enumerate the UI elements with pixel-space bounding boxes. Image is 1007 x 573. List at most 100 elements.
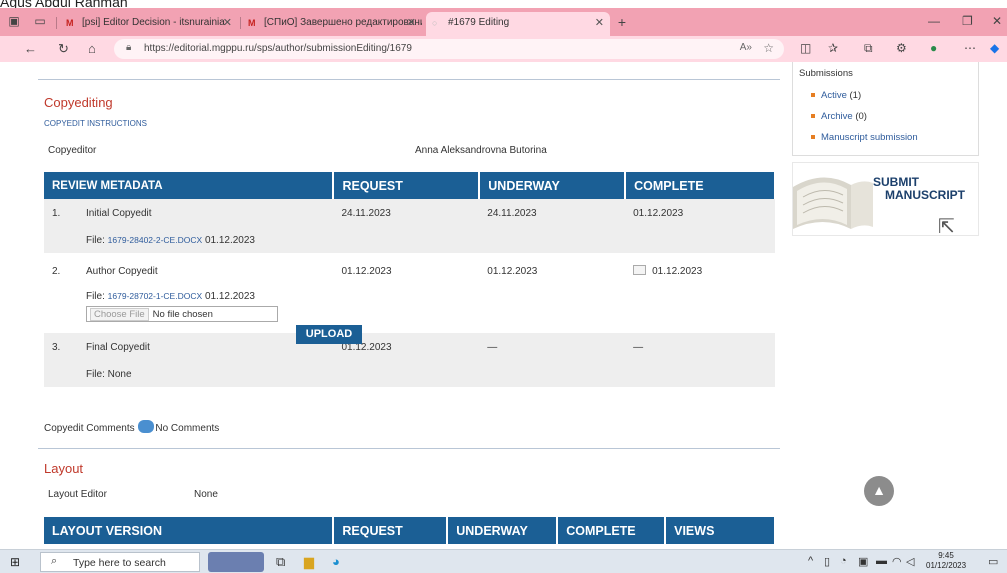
file-link[interactable]: 1679-28402-2-CE.DOCX	[108, 235, 203, 245]
caption-text: Agus Abdul Rahman	[0, 0, 128, 8]
restore-icon[interactable]: ❐	[962, 14, 973, 28]
file-explorer-icon[interactable]: ▆	[304, 554, 314, 570]
table-header-row: LAYOUT VERSION REQUEST UNDERWAY COMPLETE…	[44, 517, 776, 544]
windows-taskbar: ⊞ ⌕ Type here to search ⧉ ▆ ◕ ^ ▯ ◔ ▣ ▬ …	[0, 549, 1007, 573]
archive-link[interactable]: Archive (0)	[821, 111, 867, 122]
copyedit-comments: Copyedit Comments No Comments	[44, 420, 219, 434]
refresh-icon[interactable]: ↻	[58, 41, 69, 57]
manuscript-submission-link[interactable]: Manuscript submission	[821, 132, 918, 143]
copyedit-instructions-link[interactable]: COPYEDIT INSTRUCTIONS	[44, 119, 147, 128]
complete-date: 01.12.2023	[625, 199, 775, 227]
request-date: 24.11.2023	[333, 199, 480, 227]
table-row: 2. Author Copyedit 01.12.2023 01.12.2023…	[44, 253, 775, 289]
underway-date: 24.11.2023	[479, 199, 626, 227]
split-screen-icon[interactable]: ◫	[800, 41, 811, 55]
comments-label: Copyedit Comments	[44, 423, 135, 434]
favorite-star-icon[interactable]: ☆	[763, 41, 774, 55]
underway-date: 01.12.2023	[479, 253, 626, 289]
header-complete: COMPLETE	[557, 517, 667, 544]
home-icon[interactable]: ⌂	[88, 41, 96, 56]
divider	[38, 79, 780, 80]
open-book-icon	[793, 177, 873, 229]
table-row: 1. Initial Copyedit 24.11.2023 24.11.202…	[44, 199, 775, 227]
file-label: File:	[85, 234, 105, 246]
email-icon[interactable]	[633, 265, 647, 275]
favorites-icon[interactable]: ✰	[828, 41, 838, 55]
row-number: 2.	[44, 253, 78, 289]
close-tab-icon[interactable]: ✕	[407, 16, 416, 29]
notifications-icon[interactable]: ▭	[988, 555, 998, 568]
row-name: Author Copyedit	[77, 253, 334, 289]
tray-icon[interactable]: ◔	[840, 555, 847, 567]
submit-text: SUBMIT	[873, 175, 919, 189]
file-date: 01.12.2023	[204, 234, 255, 246]
file-row: File: 1679-28702-1-CE.DOCX 01.12.2023 Ch…	[44, 289, 775, 333]
active-link[interactable]: Active (1)	[821, 90, 861, 101]
tray-icon[interactable]: ▣	[858, 555, 868, 568]
comment-bubble-icon[interactable]	[138, 420, 155, 433]
tab-1679-editing[interactable]: ○ #1679 Editing ✕	[426, 12, 610, 36]
lock-icon: 🔒︎	[126, 42, 132, 53]
tab-actions-icon[interactable]: ▭	[32, 14, 48, 30]
task-view-icon[interactable]: ⧉	[276, 554, 285, 570]
layout-title: Layout	[44, 461, 84, 476]
show-hidden-icons-icon[interactable]: ^	[808, 555, 813, 567]
header-review-metadata: REVIEW METADATA	[44, 172, 335, 199]
close-tab-icon[interactable]: ✕	[595, 16, 604, 29]
complete-date: 01.12.2023	[652, 266, 703, 277]
row-number: 1.	[44, 199, 78, 227]
layout-editor-value: None	[194, 489, 218, 500]
more-menu-icon[interactable]: ⋯	[964, 41, 976, 55]
scroll-to-top-button[interactable]: ▲	[864, 476, 894, 506]
submit-manuscript-banner[interactable]: SUBMIT MANUSCRIPT ⇱	[792, 162, 979, 236]
edge-icon[interactable]: ◕	[332, 554, 340, 569]
volume-icon[interactable]: ◁	[906, 555, 914, 568]
file-label: File:	[85, 291, 105, 302]
page-content: Copyediting COPYEDIT INSTRUCTIONS Copyed…	[0, 62, 1007, 544]
read-aloud-icon[interactable]: A»	[740, 42, 752, 53]
header-complete: COMPLETE	[625, 172, 776, 199]
copilot-icon[interactable]: ◆	[990, 41, 999, 55]
underway-date: —	[479, 333, 626, 361]
tray-icon[interactable]: ▯	[824, 555, 830, 568]
wifi-icon[interactable]: ◠	[892, 555, 902, 568]
minimize-icon[interactable]: —	[928, 14, 940, 28]
collections-icon[interactable]: ⧉	[864, 41, 873, 56]
submissions-heading: Submissions	[799, 68, 853, 79]
file-label: File: None	[77, 361, 775, 387]
back-icon[interactable]: ←	[24, 41, 37, 56]
workspaces-icon[interactable]: ▣	[6, 14, 22, 30]
profile-icon[interactable]: ●	[930, 41, 937, 55]
tab-completed-editing[interactable]: M [СПиО] Завершено редактирование ✕	[242, 12, 422, 36]
caption: Agus Abdul Rahman	[0, 0, 1007, 8]
choose-file-button[interactable]: Choose File	[89, 308, 149, 321]
file-row: File: None	[44, 361, 775, 387]
close-tab-icon[interactable]: ✕	[223, 16, 232, 29]
layout-table: LAYOUT VERSION REQUEST UNDERWAY COMPLETE…	[44, 517, 776, 544]
bullet-icon	[811, 93, 815, 97]
close-window-icon[interactable]: ✕	[992, 14, 1002, 28]
loading-icon: ○	[432, 18, 438, 28]
tab-editor-decision[interactable]: M [psi] Editor Decision - itsnurainia ✕	[60, 12, 238, 36]
extensions-icon[interactable]: ⚙	[896, 41, 907, 55]
search-placeholder: Type here to search	[73, 557, 166, 569]
header-request: REQUEST	[333, 172, 481, 199]
file-input[interactable]: Choose File No file chosen	[85, 306, 278, 322]
battery-icon[interactable]: ▬	[876, 555, 887, 567]
file-date: 01.12.2023	[204, 291, 255, 302]
url-field[interactable]: 🔒︎ https://editorial.mgppu.ru/sps/author…	[114, 39, 784, 59]
new-tab-button[interactable]: +	[614, 14, 630, 30]
manuscript-text: MANUSCRIPT	[885, 188, 965, 202]
url-text: https://editorial.mgppu.ru/sps/author/su…	[144, 43, 412, 54]
widgets-icon[interactable]	[208, 552, 264, 572]
layout-editor-label: Layout Editor	[48, 489, 107, 500]
gmail-icon: M	[66, 18, 74, 28]
windows-start-icon[interactable]: ⊞	[10, 555, 20, 569]
clock[interactable]: 9:45 01/12/2023	[926, 551, 966, 571]
comments-value[interactable]: No Comments	[155, 423, 219, 434]
upload-button[interactable]: UPLOAD	[296, 325, 362, 344]
bullet-icon	[811, 135, 815, 139]
taskbar-search[interactable]: ⌕ Type here to search	[40, 552, 200, 572]
divider	[38, 448, 780, 449]
file-link[interactable]: 1679-28702-1-CE.DOCX	[108, 291, 203, 301]
